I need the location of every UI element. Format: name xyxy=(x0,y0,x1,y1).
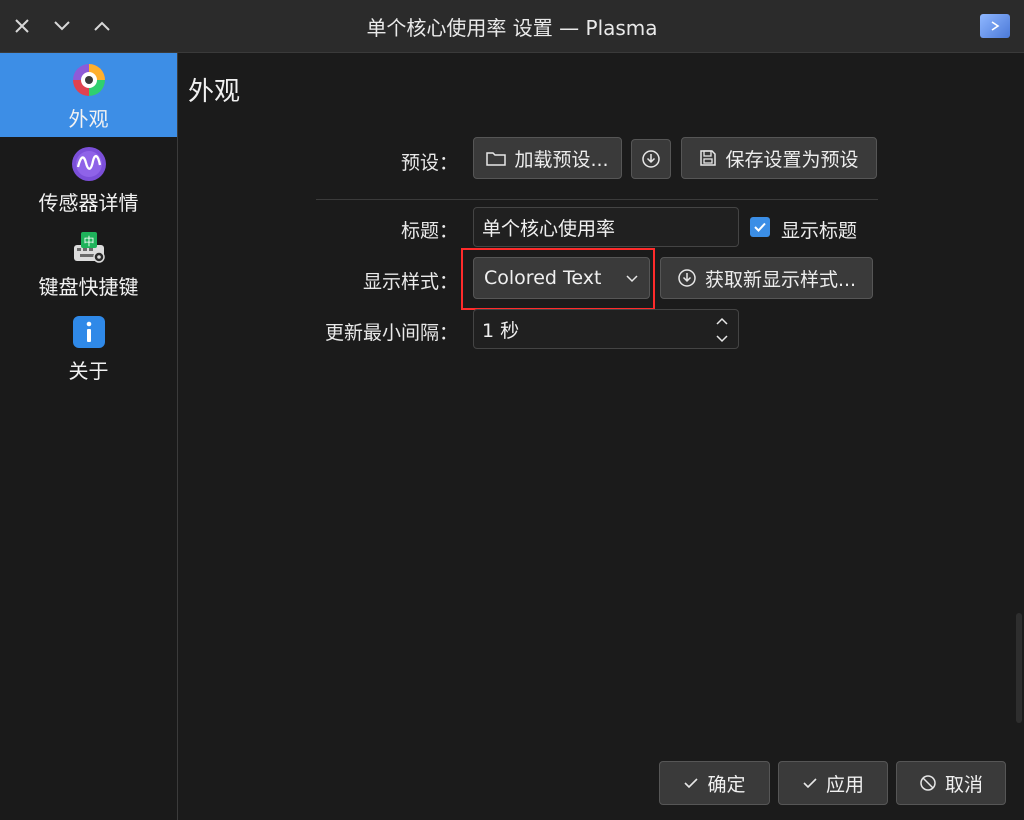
update-interval-label: 更新最小间隔： xyxy=(324,322,458,344)
appearance-icon xyxy=(70,61,108,99)
sidebar: 外观 传感器详情 中 键盘快捷键 关于 xyxy=(0,53,178,820)
window-title: 单个核心使用率 设置 — Plasma xyxy=(366,15,658,40)
download-icon xyxy=(642,150,660,168)
check-icon xyxy=(803,778,817,789)
sidebar-item-sensor-details[interactable]: 传感器详情 xyxy=(0,137,177,221)
cancel-label: 取消 xyxy=(944,773,983,796)
get-new-display-styles-button[interactable]: 获取新显示样式... xyxy=(660,257,873,299)
cancel-button[interactable]: 取消 xyxy=(896,761,1006,805)
sensor-icon xyxy=(70,145,108,183)
display-style-label: 显示样式： xyxy=(362,271,458,293)
chevron-down-icon[interactable] xyxy=(715,334,729,344)
sidebar-item-label: 键盘快捷键 xyxy=(38,275,139,299)
save-as-preset-button[interactable]: 保存设置为预设 xyxy=(681,137,877,179)
title-input[interactable]: 单个核心使用率 xyxy=(473,207,739,247)
update-interval-spinbox[interactable]: 1 秒 xyxy=(473,309,739,349)
display-style-value: Colored Text xyxy=(484,267,602,289)
main-content: 外观 预设： 加载预设... 保存设置为预设 标题： 单个核心使用率 显示标题 … xyxy=(178,53,1024,820)
spin-arrows[interactable] xyxy=(714,316,730,344)
page-title: 外观 xyxy=(188,77,241,107)
show-title-label: 显示标题 xyxy=(781,220,858,242)
save-icon xyxy=(700,150,717,166)
folder-icon xyxy=(486,152,507,166)
title-label: 标题： xyxy=(400,220,458,242)
show-title-checkbox[interactable] xyxy=(750,217,770,237)
apply-button[interactable]: 应用 xyxy=(778,761,888,805)
sidebar-item-about[interactable]: 关于 xyxy=(0,305,177,389)
apply-label: 应用 xyxy=(825,773,864,796)
display-style-select[interactable]: Colored Text xyxy=(473,257,650,299)
update-interval-value: 1 秒 xyxy=(482,319,520,342)
window-titlebar: 单个核心使用率 设置 — Plasma xyxy=(0,0,1024,53)
keyboard-shortcuts-icon: 中 xyxy=(70,229,108,267)
load-preset-button[interactable]: 加载预设... xyxy=(473,137,622,179)
sidebar-item-label: 关于 xyxy=(68,359,109,383)
sidebar-item-label: 外观 xyxy=(68,107,109,131)
download-icon xyxy=(678,269,696,287)
download-preset-button[interactable] xyxy=(631,139,671,179)
ok-label: 确定 xyxy=(707,773,746,796)
check-icon xyxy=(684,778,699,789)
check-icon xyxy=(754,222,766,232)
scrollbar[interactable] xyxy=(1014,53,1024,820)
sidebar-item-label: 传感器详情 xyxy=(38,191,139,215)
load-preset-label: 加载预设... xyxy=(514,148,609,171)
plasma-app-icon[interactable] xyxy=(980,14,1010,38)
chevron-up-icon[interactable] xyxy=(715,316,729,326)
sidebar-item-appearance[interactable]: 外观 xyxy=(0,53,177,137)
cancel-icon xyxy=(920,775,936,791)
preset-label: 预设： xyxy=(400,152,458,174)
ok-button[interactable]: 确定 xyxy=(659,761,770,805)
info-icon xyxy=(70,313,108,351)
get-new-display-styles-label: 获取新显示样式... xyxy=(704,268,857,291)
chevron-down-icon xyxy=(626,275,638,283)
scrollbar-thumb[interactable] xyxy=(1016,613,1022,723)
divider xyxy=(316,199,878,200)
svg-text:中: 中 xyxy=(83,235,94,248)
sidebar-item-keyboard-shortcuts[interactable]: 中 键盘快捷键 xyxy=(0,221,177,305)
save-as-preset-label: 保存设置为预设 xyxy=(725,148,859,171)
